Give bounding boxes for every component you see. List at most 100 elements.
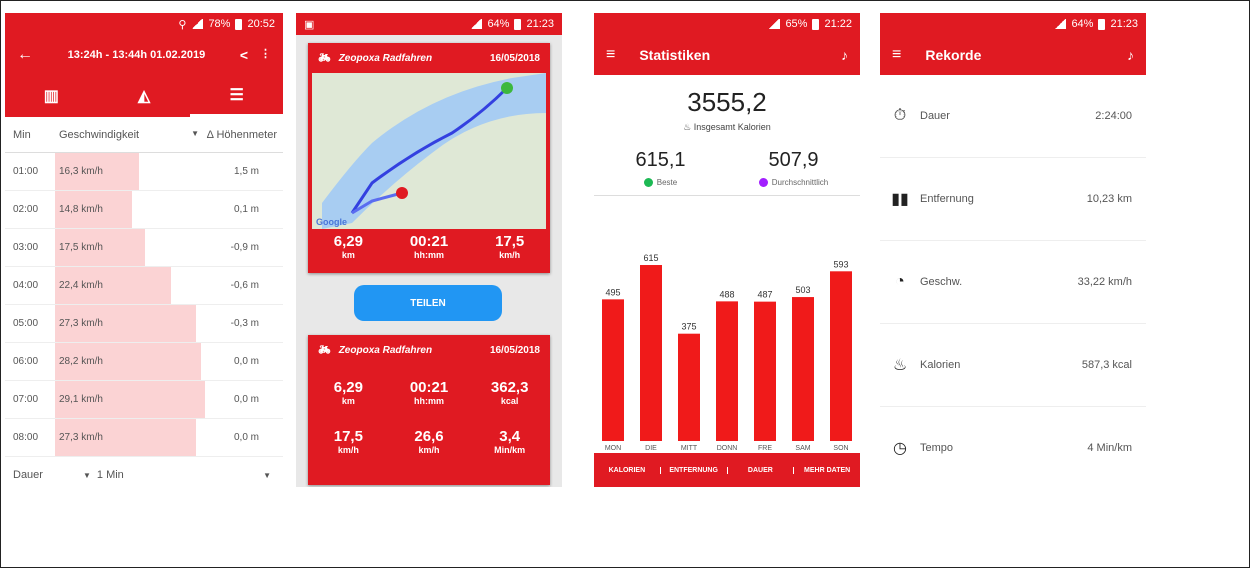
row-min: 05:00	[13, 318, 39, 329]
speed-text: 14,8 km/h	[59, 204, 103, 215]
row-min: 08:00	[13, 432, 39, 443]
music-note-icon[interactable]: ♪	[1127, 47, 1134, 63]
google-logo: Google	[316, 217, 347, 227]
table-header: Min Geschwindigkeit ▼ Δ Höhenmeter	[5, 117, 283, 153]
status-time: 21:22	[824, 18, 852, 30]
row-alt: 0,0 m	[233, 356, 259, 367]
speed-text: 27,3 km/h	[59, 432, 103, 443]
stat-unit: km	[341, 250, 355, 260]
bar-die	[640, 265, 662, 441]
route-map[interactable]: Google	[312, 73, 546, 229]
dropdown-icon[interactable]: ▼	[263, 471, 283, 480]
card-header: 🚲︎ Zeopoxa Radfahren 16/05/2018	[308, 335, 550, 365]
signal-icon	[470, 19, 483, 29]
bar-value-label: 615	[643, 253, 658, 263]
row-speed: 14,8 km/h	[55, 191, 205, 228]
bottom-tab[interactable]: KALORIEN	[594, 466, 661, 474]
page-title: 13:24h - 13:44h 01.02.2019	[67, 49, 206, 61]
tab-table[interactable]: ☰	[190, 75, 283, 117]
more-vert-icon[interactable]: ⋮	[260, 47, 271, 63]
signal-icon	[191, 19, 204, 29]
row-alt: 0,1 m	[233, 204, 259, 215]
battery-icon	[235, 18, 243, 30]
col-min: Min	[13, 128, 31, 141]
status-bar: 65% 21:22	[594, 13, 860, 35]
speed-text: 29,1 km/h	[59, 394, 103, 405]
speed-select[interactable]: Geschwindigkeit ▼	[55, 129, 205, 141]
table-row: 03:00 17,5 km/h -0,9 m	[5, 229, 283, 267]
share-button[interactable]: TEILEN	[354, 285, 502, 321]
record-label: Geschw.	[920, 276, 963, 288]
row-min: 01:00	[13, 166, 39, 177]
list-icon: ☰	[229, 86, 244, 104]
flame-icon: ♨	[683, 122, 692, 132]
stat-cell: 3,4 Min/km	[469, 428, 550, 455]
stat-value: 17,5	[333, 428, 363, 445]
map-card: 🚲︎ Zeopoxa Radfahren 16/05/2018 Google 6…	[308, 43, 550, 273]
speed-text: 27,3 km/h	[59, 318, 103, 329]
card-date: 16/05/2018	[489, 344, 540, 356]
record-value: 2:24:00	[1095, 110, 1132, 122]
total-label-row: ♨ Insgesamt Kalorien	[594, 122, 860, 133]
bottom-tab[interactable]: MEHR DATEN	[794, 467, 860, 474]
dropdown-icon: ▼	[82, 470, 91, 480]
app-bar: ≡ Rekorde ♪	[880, 35, 1146, 75]
status-time: 21:23	[526, 18, 554, 30]
share-icon[interactable]: <	[240, 47, 248, 63]
table-row: 02:00 14,8 km/h 0,1 m	[5, 191, 283, 229]
stat-value: 6,29	[333, 379, 363, 396]
row-speed: 27,3 km/h	[55, 419, 205, 456]
battery-icon	[514, 18, 522, 30]
tab-chart[interactable]: ◭	[98, 75, 191, 117]
map-svg	[322, 73, 546, 229]
best-label: Beste	[656, 178, 678, 187]
row-min: 02:00	[13, 204, 39, 215]
record-value: 33,22 km/h	[1077, 276, 1132, 288]
bottom-tab[interactable]: DAUER	[728, 466, 795, 474]
music-note-icon[interactable]: ♪	[841, 47, 848, 63]
image-icon: ▣	[304, 18, 315, 31]
bike-icon: 🚲︎	[318, 52, 331, 64]
record-icon: ▮▮	[891, 191, 909, 208]
stat-value: 362,3	[490, 379, 529, 396]
table-row: 05:00 27,3 km/h -0,3 m	[5, 305, 283, 343]
row-min: 07:00	[13, 394, 39, 405]
stat-cell: 6,29 km	[308, 233, 389, 260]
record-label: Dauer	[920, 110, 950, 122]
card-header: 🚲︎ Zeopoxa Radfahren 16/05/2018	[308, 43, 550, 73]
bottom-tab[interactable]: ENTFERNUNG	[661, 466, 728, 474]
avg-icon	[758, 178, 768, 187]
interval-select[interactable]: ▼ 1 Min	[83, 469, 124, 481]
bar-value-label: 495	[605, 287, 620, 297]
menu-icon[interactable]: ≡	[606, 46, 615, 64]
row-alt: 1,5 m	[233, 166, 259, 177]
battery-text: 64%	[487, 18, 510, 30]
record-value: 10,23 km	[1086, 193, 1132, 205]
battery-icon	[1098, 18, 1106, 30]
category-label: MITT	[681, 445, 698, 452]
map-stats: 6,29 km 00:21 hh:mm 17,5 km/h	[308, 229, 550, 264]
record-icon: ◷	[893, 440, 907, 457]
menu-icon[interactable]: ≡	[892, 46, 901, 64]
map-icon: ▥	[43, 88, 59, 105]
stat-cell: 6,29 km	[308, 379, 389, 406]
record-row: ♨ Kalorien 587,3 kcal	[880, 324, 1146, 407]
status-time: 20:52	[247, 18, 275, 30]
bar-mitt	[678, 333, 700, 441]
bar-value-label: 488	[719, 289, 734, 299]
stat-unit: hh:mm	[414, 250, 444, 260]
speed-text: 16,3 km/h	[59, 166, 103, 177]
card-title: Zeopoxa Radfahren	[338, 52, 433, 64]
tab-map[interactable]: ▥	[5, 75, 98, 117]
interval-value: 1 Min	[96, 469, 124, 481]
table-row: 01:00 16,3 km/h 1,5 m	[5, 153, 283, 191]
bar-fre	[754, 301, 776, 441]
bar-value-label: 593	[833, 259, 848, 269]
stats-card: 🚲︎ Zeopoxa Radfahren 16/05/2018 6,29 km 00…	[308, 335, 550, 485]
category-label: FRE	[758, 445, 772, 452]
bar-son	[830, 271, 852, 441]
row-alt: -0,9 m	[230, 242, 259, 253]
screen-share: ▣ 64% 21:23 🚲︎ Zeopoxa Radfahren 16/05/2…	[296, 13, 562, 487]
card-date: 16/05/2018	[489, 52, 540, 64]
back-arrow-icon[interactable]: ←	[17, 46, 33, 64]
